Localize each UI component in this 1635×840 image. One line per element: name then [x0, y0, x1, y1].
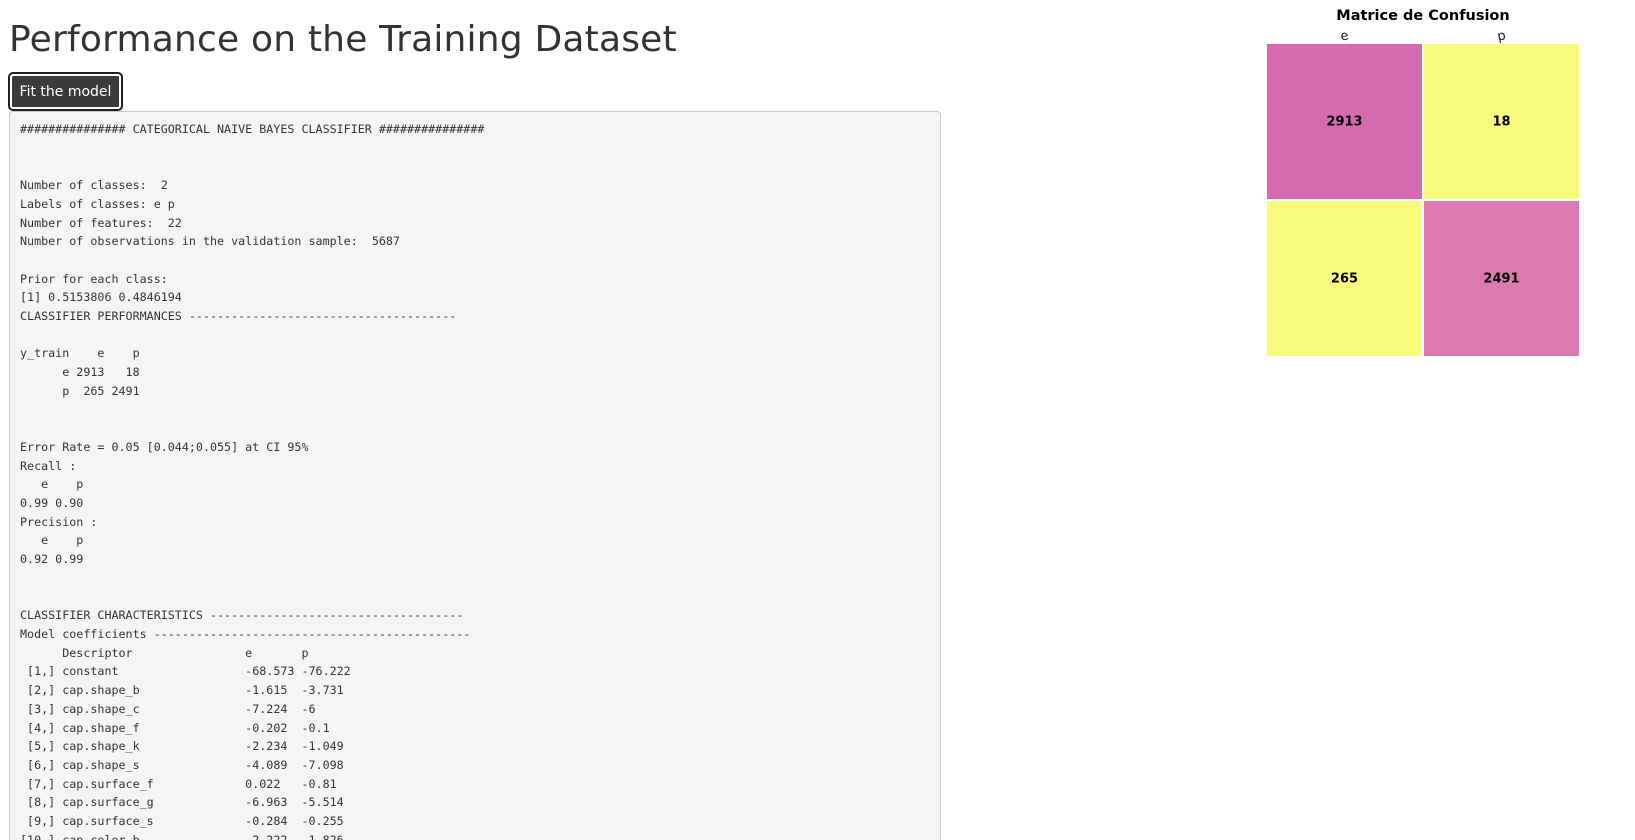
cell-value-label: 265 [1331, 272, 1358, 287]
output-line: [8,] cap.surface_g -6.963 -5.514 [20, 795, 344, 810]
output-line: [7,] cap.surface_f 0.022 -0.81 [20, 776, 337, 791]
output-line: Descriptor e p [20, 645, 309, 660]
page: Performance on the Training Dataset Fit … [0, 0, 1635, 840]
model-output-panel[interactable]: ############### CATEGORICAL NAIVE BAYES … [9, 111, 941, 840]
output-line: Precision : [20, 514, 98, 529]
x-tick-label: p [1496, 28, 1507, 44]
model-output-text: ############### CATEGORICAL NAIVE BAYES … [10, 112, 940, 840]
cell-value-label: 18 [1492, 115, 1510, 130]
output-line: [3,] cap.shape_c -7.224 -6 [20, 701, 316, 716]
output-line: [10,] cap.color_b -2.222 -1.826 [20, 832, 344, 840]
output-line: e 2913 18 [20, 365, 140, 380]
confusion-matrix-chart: Matrice de Confusion epep2913182652491 [1258, 0, 1618, 380]
output-line: Error Rate = 0.05 [0.044;0.055] at CI 95… [20, 439, 309, 454]
x-tick-label: e [1339, 28, 1350, 44]
output-line: CLASSIFIER CHARACTERISTICS -------------… [20, 608, 464, 623]
output-line: Number of classes: 2 [20, 178, 168, 193]
output-line: 0.92 0.99 [20, 552, 84, 567]
output-line: CLASSIFIER PERFORMANCES ----------------… [20, 309, 457, 324]
output-line: Recall : [20, 458, 77, 473]
output-line: [6,] cap.shape_s -4.089 -7.098 [20, 757, 344, 772]
cell-value-label: 2913 [1326, 115, 1362, 130]
output-line: p 265 2491 [20, 383, 140, 398]
output-line: [5,] cap.shape_k -2.234 -1.049 [20, 739, 344, 754]
output-line: y_train e p [20, 346, 140, 361]
output-line: Number of features: 22 [20, 215, 182, 230]
cell-value-label: 2491 [1483, 272, 1519, 287]
chart-title: Matrice de Confusion [1336, 8, 1509, 24]
fit-model-button[interactable]: Fit the model [9, 73, 122, 110]
output-line: Model coefficients ---------------------… [20, 626, 471, 641]
confusion-matrix-svg: Matrice de Confusion epep2913182652491 [1267, 8, 1579, 356]
output-line: [4,] cap.shape_f -0.202 -0.1 [20, 720, 330, 735]
output-line: 0.99 0.90 [20, 496, 84, 511]
page-title: Performance on the Training Dataset [9, 19, 677, 60]
output-line: e p [20, 533, 84, 548]
output-line: e p [20, 477, 84, 492]
output-line: [2,] cap.shape_b -1.615 -3.731 [20, 683, 344, 698]
output-line: ############### CATEGORICAL NAIVE BAYES … [20, 122, 485, 136]
output-line: Prior for each class: [20, 271, 168, 286]
output-line: [1] 0.5153806 0.4846194 [20, 290, 182, 305]
output-line: Labels of classes: e p [20, 196, 175, 211]
output-line: Number of observations in the validation… [20, 234, 400, 249]
output-line: [1,] constant -68.573 -76.222 [20, 664, 351, 679]
output-line: [9,] cap.surface_s -0.284 -0.255 [20, 814, 344, 829]
